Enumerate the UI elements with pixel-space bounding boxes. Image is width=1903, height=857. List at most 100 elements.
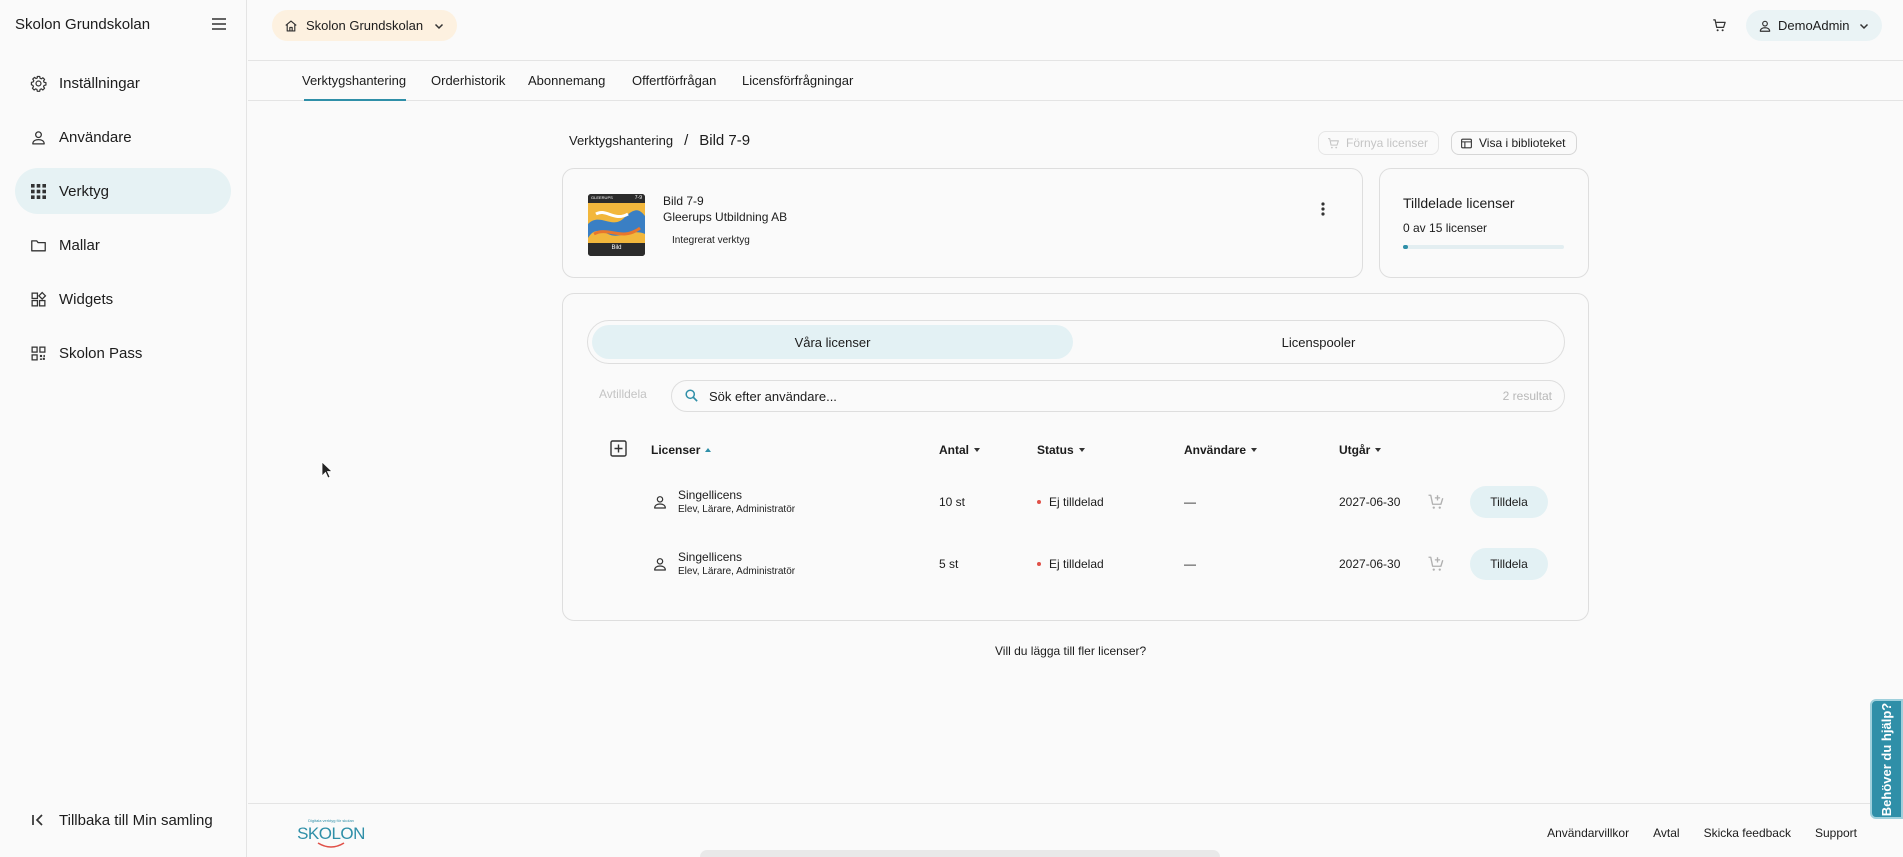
user-icon	[652, 556, 668, 572]
tool-type-badge: Integrerat verktyg	[664, 231, 758, 249]
tab-verktygshantering[interactable]: Verktygshantering	[302, 73, 407, 101]
sidebar-nav: Inställningar Användare Verktyg Mallar W…	[0, 48, 246, 376]
license-cell: Singellicens Elev, Lärare, Administratör	[678, 550, 795, 577]
top-bar: Skolon Grundskolan DemoAdmin	[248, 0, 1903, 61]
sort-asc-icon	[704, 446, 712, 454]
column-header-licenser[interactable]: Licenser	[651, 443, 712, 457]
user-menu[interactable]: DemoAdmin	[1746, 10, 1882, 41]
footer-link-support[interactable]: Support	[1815, 826, 1857, 840]
cart-add-icon[interactable]	[1427, 555, 1445, 573]
renew-licenses-button[interactable]: Förnya licenser	[1318, 131, 1440, 155]
sort-icon	[1374, 446, 1382, 454]
breadcrumb-separator: /	[684, 132, 689, 149]
assigned-licenses-title: Tilldelade licenser	[1403, 195, 1515, 211]
table-header: Licenser Antal Status Användare Utgår	[563, 440, 1588, 462]
column-header-utgar[interactable]: Utgår	[1339, 443, 1382, 457]
license-view-toggle: Våra licenser Licenspooler	[587, 320, 1565, 364]
add-more-licenses-link[interactable]: Vill du lägga till fler licenser?	[995, 644, 1146, 658]
breadcrumb-parent[interactable]: Verktygshantering	[569, 133, 673, 148]
column-label: Licenser	[651, 443, 701, 457]
assigned-licenses-count: 0 av 15 licenser	[1403, 221, 1488, 235]
table-row[interactable]: Singellicens Elev, Lärare, Administratör…	[563, 538, 1588, 590]
status-dot	[1037, 500, 1041, 504]
assign-button[interactable]: Tilldela	[1470, 548, 1548, 580]
status-cell: Ej tilldelad	[1037, 557, 1104, 571]
license-roles: Elev, Lärare, Administratör	[678, 566, 796, 577]
tool-title: Bild 7-9	[663, 194, 704, 208]
search-icon	[684, 388, 700, 404]
back-to-collection-link[interactable]: Tillbaka till Min samling	[15, 805, 213, 835]
library-label: Visa i biblioteket	[1479, 136, 1566, 150]
logo-wordmark: SKOLON	[297, 824, 365, 843]
home-icon	[284, 19, 298, 33]
status-cell: Ej tilldelad	[1037, 495, 1104, 509]
cart-add-icon[interactable]	[1427, 493, 1445, 511]
sidebar-item-label: Mallar	[59, 236, 100, 254]
unassign-button[interactable]: Avtilldela	[599, 387, 647, 401]
column-label: Utgår	[1339, 443, 1371, 457]
view-in-library-button[interactable]: Visa i biblioteket	[1451, 131, 1577, 155]
status-text: Ej tilldelad	[1049, 495, 1104, 509]
column-header-anvandare[interactable]: Användare	[1184, 443, 1258, 457]
sidebar-item-label: Skolon Pass	[59, 344, 143, 362]
tab-abonnemang[interactable]: Abonnemang	[528, 73, 605, 88]
expand-all-icon[interactable]	[610, 440, 627, 457]
chevron-down-icon	[1858, 20, 1870, 32]
footer-link-villkor[interactable]: Användarvillkor	[1547, 826, 1629, 840]
users-cell: —	[1184, 557, 1196, 571]
search-input[interactable]	[709, 388, 1503, 404]
assign-button[interactable]: Tilldela	[1470, 486, 1548, 518]
library-icon	[1460, 137, 1473, 150]
table-row[interactable]: Singellicens Elev, Lärare, Administratör…	[563, 476, 1588, 528]
tab-vara-licenser[interactable]: Våra licenser	[592, 325, 1073, 359]
column-header-antal[interactable]: Antal	[939, 443, 981, 457]
tab-orderhistorik[interactable]: Orderhistorik	[431, 73, 505, 88]
sidebar-item-label: Widgets	[59, 290, 114, 308]
status-dot	[1037, 562, 1041, 566]
license-roles: Elev, Lärare, Administratör	[678, 504, 796, 515]
footer-link-feedback[interactable]: Skicka feedback	[1704, 826, 1791, 840]
footer-link-avtal[interactable]: Avtal	[1653, 826, 1679, 840]
tab-licenspooler[interactable]: Licenspooler	[1078, 325, 1559, 359]
column-header-status[interactable]: Status	[1037, 443, 1086, 457]
help-label: Behöver du hjälp?	[1879, 702, 1894, 816]
footer: Digitala verktyg för skolan SKOLON Använ…	[248, 803, 1903, 857]
org-selector[interactable]: Skolon Grundskolan	[272, 10, 458, 41]
sidebar-item-skolon-pass[interactable]: Skolon Pass	[15, 330, 231, 376]
tool-cover-image[interactable]: GLEERUPS 7-9 Bild	[588, 194, 645, 256]
cover-title: Bild	[611, 245, 622, 251]
sidebar-item-label: Användare	[59, 128, 132, 146]
folder-icon	[29, 236, 47, 254]
tab-offertforfragan[interactable]: Offertförfrågan	[632, 73, 716, 88]
tab-licensforfragningar[interactable]: Licensförfrågningar	[742, 73, 853, 88]
sidebar-item-verktyg[interactable]: Verktyg	[15, 168, 231, 214]
sidebar-item-installningar[interactable]: Inställningar	[15, 60, 231, 106]
footer-links: Användarvillkor Avtal Skicka feedback Su…	[1523, 826, 1857, 840]
org-selector-label: Skolon Grundskolan	[306, 18, 424, 33]
tool-publisher: Gleerups Utbildning AB	[663, 210, 788, 224]
sidebar-item-mallar[interactable]: Mallar	[15, 222, 231, 268]
back-label: Tillbaka till Min samling	[59, 811, 213, 829]
sidebar: Skolon Grundskolan Inställningar Använda…	[0, 0, 247, 857]
more-options-icon[interactable]	[1313, 197, 1333, 221]
sidebar-item-label: Inställningar	[59, 74, 140, 92]
cart-icon[interactable]	[1709, 15, 1729, 35]
help-tab[interactable]: Behöver du hjälp?	[1870, 699, 1903, 819]
licenses-table-card: Våra licenser Licenspooler Avtilldela 2 …	[562, 293, 1589, 621]
logo-tagline: Digitala verktyg för skolan	[308, 818, 354, 823]
assigned-progress-fill	[1403, 245, 1408, 249]
sort-icon	[973, 446, 981, 454]
status-text: Ej tilldelad	[1049, 557, 1104, 571]
scroll-indicator	[700, 850, 1220, 857]
menu-icon[interactable]	[206, 11, 232, 37]
users-cell: —	[1184, 495, 1196, 509]
breadcrumb: Verktygshantering / Bild 7-9	[569, 132, 750, 149]
sidebar-item-anvandare[interactable]: Användare	[15, 114, 231, 160]
assigned-progress-bar	[1403, 245, 1564, 249]
license-name: Singellicens	[678, 550, 743, 564]
quantity-cell: 5 st	[939, 557, 959, 571]
sidebar-item-widgets[interactable]: Widgets	[15, 276, 231, 322]
mouse-cursor-icon	[321, 461, 333, 479]
skolon-logo[interactable]: Digitala verktyg för skolan SKOLON	[294, 816, 368, 852]
cart-add-icon	[1327, 137, 1340, 150]
